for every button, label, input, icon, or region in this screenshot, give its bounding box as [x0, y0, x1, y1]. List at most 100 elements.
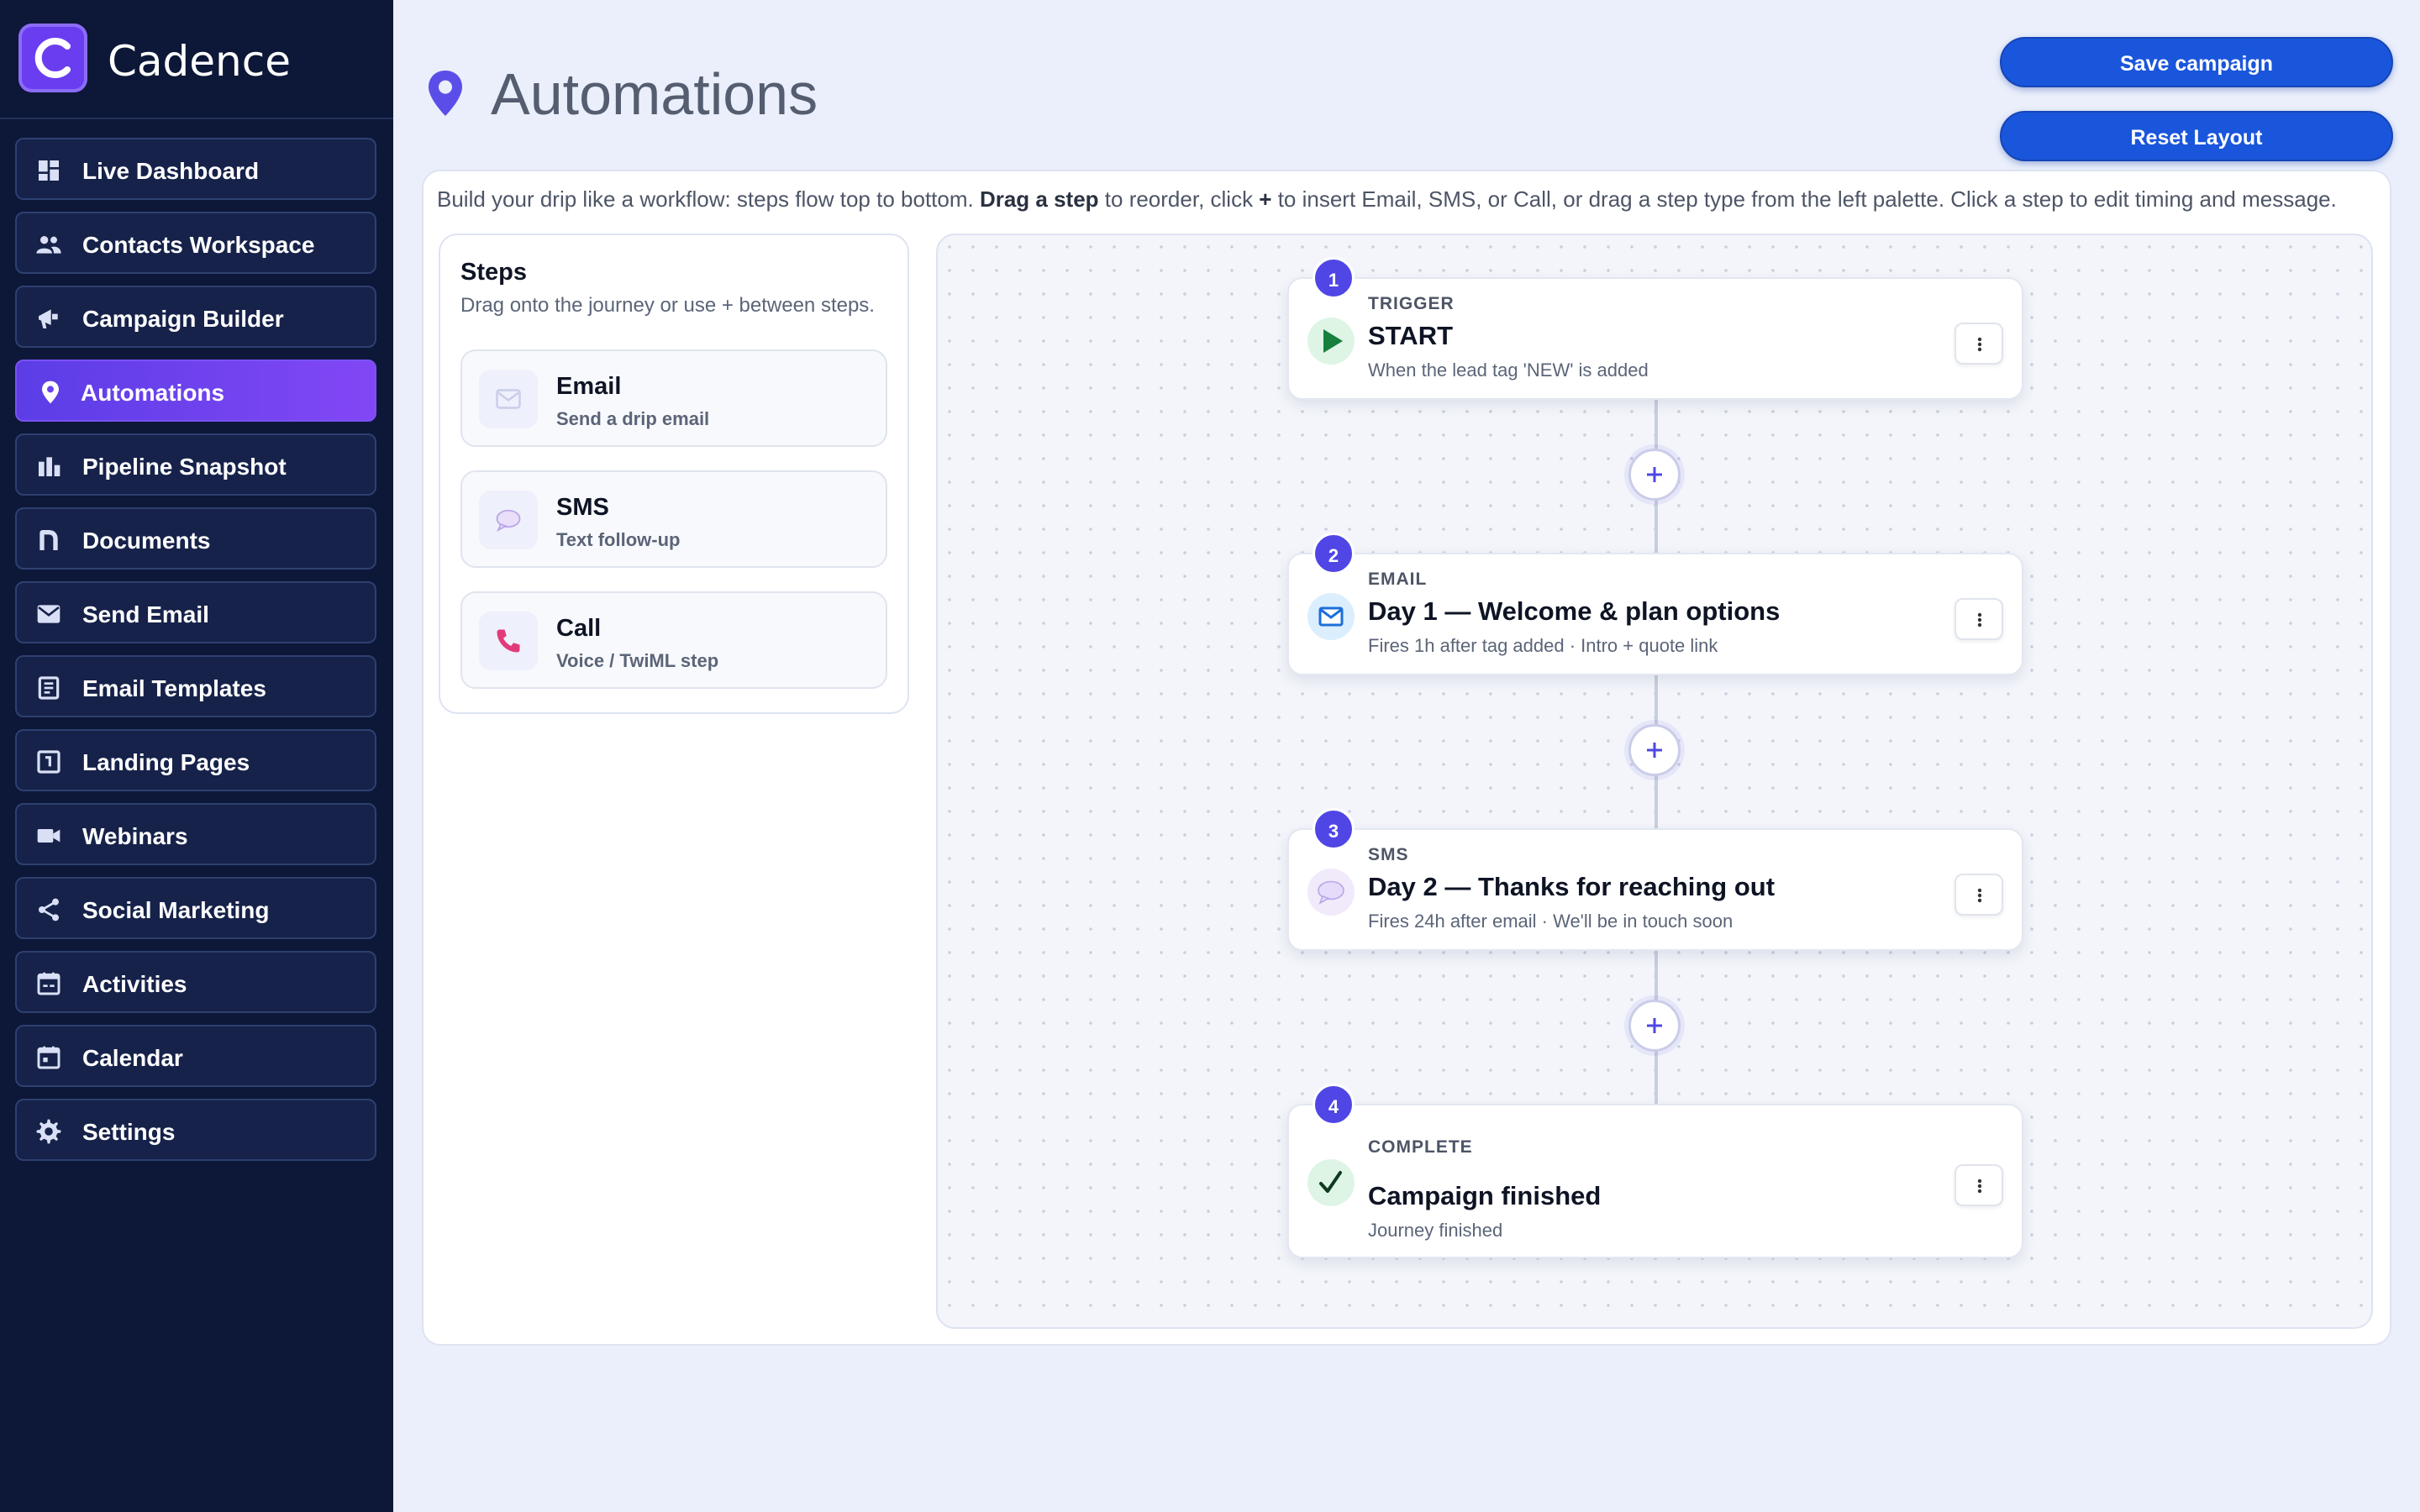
document-icon: [39, 530, 58, 550]
step-title: Day 2 — Thanks for reaching out: [1368, 872, 1776, 901]
share-icon: [39, 898, 59, 921]
page-icon: [37, 750, 60, 774]
sidebar-item-webinars[interactable]: Webinars: [15, 803, 376, 865]
sidebar: Cadence Live Dashboard Contacts Workspac…: [0, 0, 393, 1512]
palette-item-name: Call: [556, 615, 602, 642]
palette-item-email[interactable]: Email Send a drip email: [460, 349, 887, 447]
palette-item-name: SMS: [556, 494, 609, 521]
sidebar-item-label: Email Templates: [82, 675, 266, 701]
play-icon: [1307, 318, 1355, 365]
step-description: Fires 24h after email · We'll be in touc…: [1368, 911, 1733, 932]
instructions-part: to insert Email, SMS, or Call, or drag a…: [1271, 186, 2337, 212]
step-title: Day 1 — Welcome & plan options: [1368, 596, 1781, 626]
palette-item-subtitle: Send a drip email: [556, 408, 710, 429]
app-root: Cadence Live Dashboard Contacts Workspac…: [0, 0, 2420, 1512]
instructions-part: to reorder, click: [1098, 186, 1260, 212]
step-title: START: [1368, 321, 1454, 350]
step-kind: TRIGGER: [1368, 294, 1455, 313]
sidebar-item-email-templates[interactable]: Email Templates: [15, 655, 376, 717]
sidebar-item-automations[interactable]: Automations: [15, 360, 376, 422]
instructions-emphasis: +: [1259, 186, 1272, 212]
sidebar-item-label: Pipeline Snapshot: [82, 454, 287, 480]
step-number-badge: 2: [1313, 533, 1355, 575]
envelope-icon: [1307, 593, 1355, 640]
sidebar-item-label: Landing Pages: [82, 749, 250, 775]
sidebar-item-label: Contacts Workspace: [82, 232, 315, 258]
step-description: Journey finished: [1368, 1220, 1503, 1241]
location-pin-icon: [429, 71, 462, 116]
video-camera-icon: [37, 829, 60, 843]
palette-item-call[interactable]: Call Voice / TwiML step: [460, 591, 887, 689]
step-menu-button[interactable]: [1954, 1164, 2003, 1206]
checkmark-icon: [1307, 1159, 1355, 1206]
more-vertical-icon: [1977, 337, 1982, 352]
sidebar-item-landing-pages[interactable]: Landing Pages: [15, 729, 376, 791]
step-card-sms[interactable]: 3 SMS Day 2 — Thanks for reaching out Fi…: [1287, 808, 2023, 951]
step-menu-button[interactable]: [1954, 323, 2003, 365]
sidebar-item-settings[interactable]: Settings: [15, 1099, 376, 1161]
bar-chart-icon: [39, 457, 60, 476]
step-description: When the lead tag 'NEW' is added: [1368, 360, 1649, 381]
sidebar-item-label: Automations: [81, 380, 225, 406]
save-campaign-button[interactable]: Save campaign: [2000, 37, 2393, 87]
sidebar-item-send-email[interactable]: Send Email: [15, 581, 376, 643]
brand-name: Cadence: [108, 37, 291, 86]
more-vertical-icon: [1977, 888, 1982, 903]
sidebar-item-pipeline-snapshot[interactable]: Pipeline Snapshot: [15, 433, 376, 496]
instructions-text: Build your drip like a workflow: steps f…: [437, 186, 2337, 213]
page-title: Automations: [491, 61, 818, 127]
sidebar-item-campaign-builder[interactable]: Campaign Builder: [15, 286, 376, 348]
sidebar-item-label: Activities: [82, 971, 187, 997]
people-icon: [36, 236, 61, 254]
instructions-emphasis: Drag a step: [979, 186, 1099, 212]
cadence-logo-icon[interactable]: [18, 24, 87, 92]
sidebar-item-social-marketing[interactable]: Social Marketing: [15, 877, 376, 939]
sidebar-item-label: Webinars: [82, 823, 188, 849]
step-kind: EMAIL: [1368, 570, 1428, 589]
sidebar-item-label: Send Email: [82, 601, 209, 627]
envelope-icon: [479, 370, 538, 428]
palette-item-subtitle: Text follow-up: [556, 529, 681, 550]
insert-step-button[interactable]: [1628, 449, 1681, 501]
insert-step-button[interactable]: [1628, 724, 1681, 776]
sidebar-item-label: Live Dashboard: [82, 158, 260, 184]
sidebar-item-documents[interactable]: Documents: [15, 507, 376, 570]
sidebar-item-label: Campaign Builder: [82, 306, 284, 332]
sidebar-item-label: Settings: [82, 1119, 176, 1145]
sidebar-item-live-dashboard[interactable]: Live Dashboard: [15, 138, 376, 200]
reset-layout-button[interactable]: Reset Layout: [2000, 111, 2393, 161]
phone-icon: [479, 612, 538, 670]
step-card-email[interactable]: 2 EMAIL Day 1 — Welcome & plan options F…: [1287, 533, 2023, 675]
more-vertical-icon: [1977, 612, 1982, 627]
dashboard-icon: [39, 160, 59, 181]
step-menu-button[interactable]: [1954, 598, 2003, 640]
palette-title: Steps: [460, 259, 527, 286]
speech-bubble-icon: [479, 491, 538, 549]
step-number-badge: 3: [1313, 808, 1355, 850]
insert-step-button[interactable]: [1628, 1000, 1681, 1052]
instructions-part: Build your drip like a workflow: steps f…: [437, 186, 980, 212]
sidebar-item-label: Documents: [82, 528, 211, 554]
sidebar-item-contacts-workspace[interactable]: Contacts Workspace: [15, 212, 376, 274]
more-vertical-icon: [1977, 1179, 1982, 1194]
sidebar-nav: Live Dashboard Contacts Workspace Campai…: [15, 138, 376, 1173]
sidebar-item-calendar[interactable]: Calendar: [15, 1025, 376, 1087]
palette-hint: Drag onto the journey or use + between s…: [460, 294, 875, 317]
template-icon: [38, 676, 60, 700]
step-number-badge: 1: [1313, 257, 1355, 299]
step-title: Campaign finished: [1368, 1181, 1602, 1210]
sidebar-item-activities[interactable]: Activities: [15, 951, 376, 1013]
palette-item-sms[interactable]: SMS Text follow-up: [460, 470, 887, 568]
step-description: Fires 1h after tag added · Intro + quote…: [1368, 635, 1718, 656]
sidebar-item-label: Social Marketing: [82, 897, 270, 923]
brand: Cadence: [0, 0, 393, 119]
sidebar-item-label: Calendar: [82, 1045, 183, 1071]
step-card-trigger[interactable]: 1 TRIGGER START When the lead tag 'NEW' …: [1287, 257, 2023, 400]
step-kind: COMPLETE: [1368, 1137, 1473, 1157]
step-card-complete[interactable]: 4 COMPLETE Campaign finished Journey fin…: [1287, 1084, 2023, 1258]
step-kind: SMS: [1368, 845, 1409, 864]
step-menu-button[interactable]: [1954, 874, 2003, 916]
speech-bubble-icon: [1307, 869, 1355, 916]
location-pin-icon: [42, 381, 59, 404]
gear-icon: [36, 1119, 61, 1144]
